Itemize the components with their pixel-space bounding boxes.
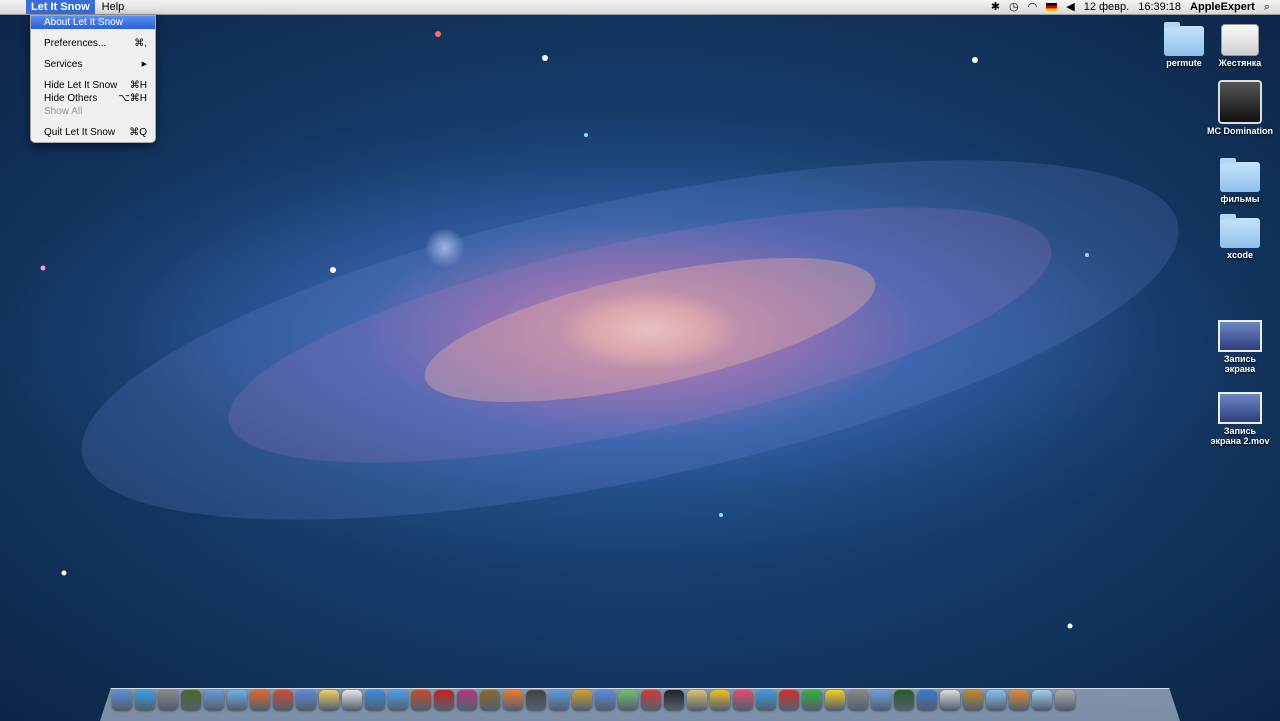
submenu-arrow-icon: ▶ bbox=[141, 61, 147, 68]
desktop-icon-screen-recording-2[interactable]: Запись экрана 2.mov bbox=[1207, 392, 1273, 446]
desktop-icon-xcode[interactable]: xcode bbox=[1207, 214, 1273, 260]
dock-app-icon[interactable] bbox=[779, 690, 799, 710]
menu-separator bbox=[31, 50, 155, 58]
input-source-flag-icon[interactable] bbox=[1046, 3, 1058, 11]
movie-file-icon bbox=[1218, 320, 1262, 352]
dock-app-icon[interactable] bbox=[526, 690, 546, 710]
app-icon bbox=[1218, 80, 1262, 124]
galaxy-wallpaper bbox=[40, 31, 1179, 629]
hard-drive-icon bbox=[1221, 24, 1259, 56]
dock-app-icon[interactable] bbox=[365, 690, 385, 710]
desktop-icon-drive[interactable]: Жестянка bbox=[1207, 24, 1273, 68]
dock-icons bbox=[112, 690, 1075, 710]
dock-app-icon[interactable] bbox=[204, 690, 224, 710]
folder-icon bbox=[1220, 158, 1260, 192]
dock-app-icon[interactable] bbox=[1009, 690, 1029, 710]
dock-app-icon[interactable] bbox=[319, 690, 339, 710]
dock-app-icon[interactable] bbox=[664, 690, 684, 710]
status-area: ✱ ◷ ◠ ◀ 12 февр. 16:39:18 AppleExpert ⌕ bbox=[991, 0, 1280, 14]
desktop-icon-mc-domination[interactable]: MC Domination bbox=[1207, 80, 1273, 136]
dock-app-icon[interactable] bbox=[641, 690, 661, 710]
dock-app-icon[interactable] bbox=[296, 690, 316, 710]
menu-item-quit[interactable]: Quit Let It Snow ⌘Q bbox=[31, 126, 155, 139]
dock-app-icon[interactable] bbox=[756, 690, 776, 710]
menu-separator bbox=[31, 71, 155, 79]
menu-item-hide-app[interactable]: Hide Let It Snow ⌘H bbox=[31, 79, 155, 92]
dock-app-icon[interactable] bbox=[503, 690, 523, 710]
menu-separator bbox=[31, 118, 155, 126]
wifi-icon[interactable]: ◠ bbox=[1028, 0, 1038, 14]
dock-app-icon[interactable] bbox=[250, 690, 270, 710]
desktop-icon-screen-recording[interactable]: Запись экрана bbox=[1207, 320, 1273, 374]
menu-item-hide-others[interactable]: Hide Others ⌥⌘H bbox=[31, 92, 155, 105]
dock-app-icon[interactable] bbox=[802, 690, 822, 710]
movie-file-icon bbox=[1218, 392, 1262, 424]
dock-app-icon[interactable] bbox=[618, 690, 638, 710]
dock-app-icon[interactable] bbox=[457, 690, 477, 710]
dock-app-icon[interactable] bbox=[480, 690, 500, 710]
dock-app-icon[interactable] bbox=[871, 690, 891, 710]
desktop-icon-films[interactable]: фильмы bbox=[1207, 158, 1273, 204]
folder-icon bbox=[1164, 22, 1204, 56]
bluetooth-icon[interactable]: ✱ bbox=[991, 0, 1000, 14]
dock-app-icon[interactable] bbox=[112, 690, 132, 710]
app-menu-title[interactable]: Let It Snow bbox=[26, 0, 95, 14]
dock-app-icon[interactable] bbox=[572, 690, 592, 710]
dock-app-icon[interactable] bbox=[273, 690, 293, 710]
user-menu[interactable]: AppleExpert bbox=[1190, 0, 1255, 14]
dock-app-icon[interactable] bbox=[917, 690, 937, 710]
dock-app-icon[interactable] bbox=[1032, 690, 1052, 710]
menu-item-show-all: Show All bbox=[44, 106, 83, 117]
menu-item-preferences[interactable]: Preferences... ⌘, bbox=[31, 37, 155, 50]
dock-app-icon[interactable] bbox=[549, 690, 569, 710]
menu-item-services[interactable]: Services ▶ bbox=[31, 58, 155, 71]
menu-bar: Let It Snow Help ✱ ◷ ◠ ◀ 12 февр. 16:39:… bbox=[0, 0, 1280, 15]
dock-app-icon[interactable] bbox=[158, 690, 178, 710]
menu-help[interactable]: Help bbox=[95, 0, 132, 14]
dock-app-icon[interactable] bbox=[181, 690, 201, 710]
dock-app-icon[interactable] bbox=[1055, 690, 1075, 710]
dock-app-icon[interactable] bbox=[894, 690, 914, 710]
dock-app-icon[interactable] bbox=[963, 690, 983, 710]
folder-icon bbox=[1220, 214, 1260, 248]
menu-separator bbox=[31, 29, 155, 37]
spotlight-icon[interactable]: ⌕ bbox=[1264, 0, 1270, 14]
dock-app-icon[interactable] bbox=[733, 690, 753, 710]
dock-app-icon[interactable] bbox=[940, 690, 960, 710]
clock-time[interactable]: 16:39:18 bbox=[1138, 0, 1181, 14]
time-machine-icon[interactable]: ◷ bbox=[1009, 0, 1019, 14]
app-dropdown-menu: About Let It Snow Preferences... ⌘, Serv… bbox=[30, 15, 156, 143]
volume-icon[interactable]: ◀ bbox=[1066, 0, 1074, 14]
dock-app-icon[interactable] bbox=[135, 690, 155, 710]
dock-app-icon[interactable] bbox=[342, 690, 362, 710]
dock-app-icon[interactable] bbox=[848, 690, 868, 710]
dock-app-icon[interactable] bbox=[227, 690, 247, 710]
dock-app-icon[interactable] bbox=[411, 690, 431, 710]
dock-app-icon[interactable] bbox=[595, 690, 615, 710]
dock-app-icon[interactable] bbox=[825, 690, 845, 710]
dock-app-icon[interactable] bbox=[388, 690, 408, 710]
dock-app-icon[interactable] bbox=[687, 690, 707, 710]
dock-app-icon[interactable] bbox=[710, 690, 730, 710]
dock-app-icon[interactable] bbox=[986, 690, 1006, 710]
clock-date[interactable]: 12 февр. bbox=[1084, 0, 1129, 14]
menu-item-about[interactable]: About Let It Snow bbox=[31, 16, 155, 29]
dock-app-icon[interactable] bbox=[434, 690, 454, 710]
